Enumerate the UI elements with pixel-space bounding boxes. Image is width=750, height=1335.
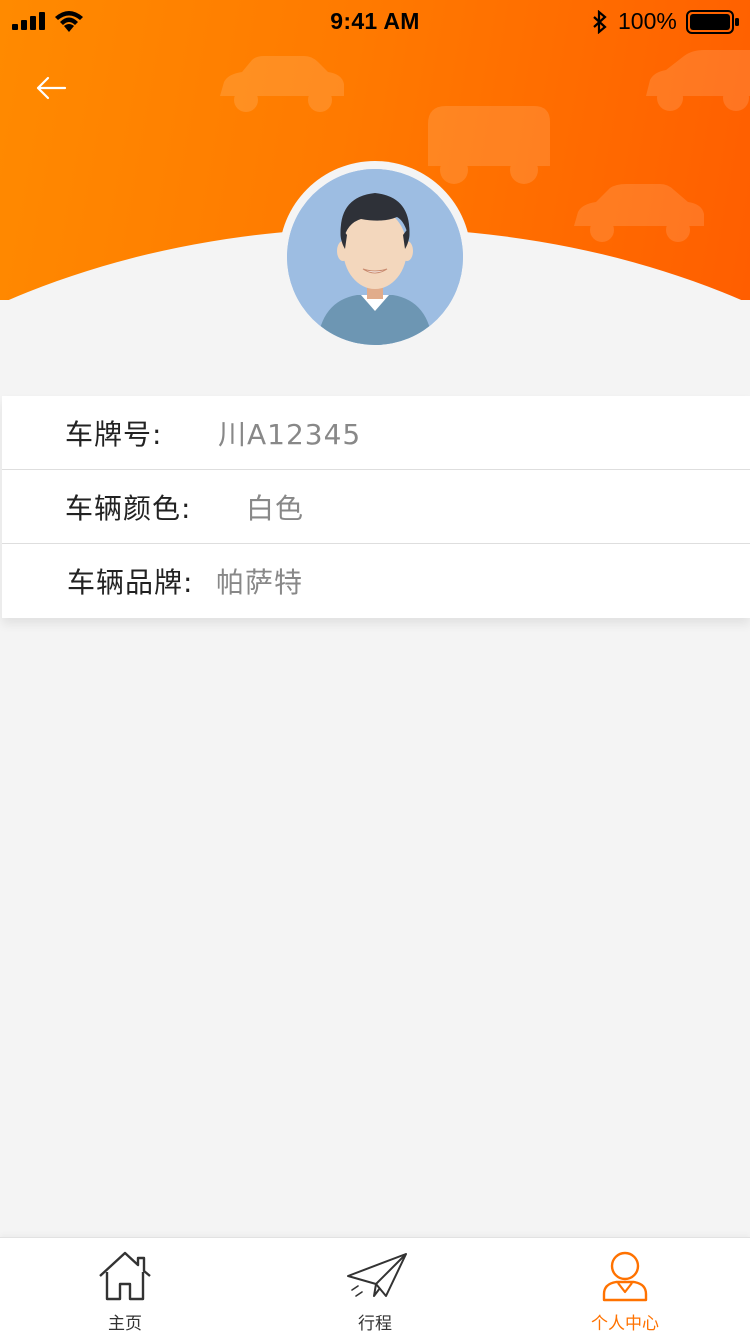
battery-percentage: 100% <box>618 8 677 34</box>
paper-plane-icon <box>347 1253 407 1297</box>
battery-icon <box>686 10 739 34</box>
bluetooth-icon <box>593 10 607 34</box>
brand-value: 帕萨特 <box>216 566 304 599</box>
van-decoration-icon <box>428 106 550 184</box>
status-bar: 9:41 AM 100% <box>0 0 750 40</box>
car-decoration-icon <box>646 50 750 111</box>
tab-home-label: 主页 <box>108 1314 142 1334</box>
tab-profile-label: 个人中心 <box>591 1314 659 1334</box>
tab-trips-label: 行程 <box>358 1314 392 1334</box>
vehicle-brand-row: 车辆品牌: 帕萨特 <box>2 544 750 618</box>
bottom-tab-bar: 主页 行程 个人中心 <box>0 1237 750 1335</box>
user-avatar[interactable] <box>287 169 463 345</box>
person-icon <box>602 1251 648 1302</box>
color-value: 白色 <box>246 491 305 525</box>
tab-profile[interactable]: 个人中心 <box>500 1238 750 1335</box>
back-button[interactable] <box>26 68 76 108</box>
home-icon <box>99 1251 151 1301</box>
tab-trips[interactable]: 行程 <box>250 1238 500 1335</box>
arrow-left-icon <box>36 76 67 100</box>
color-label: 车辆颜色: <box>65 491 192 525</box>
vehicle-info-card: 车牌号: 川A12345 车辆颜色: 白色 车辆品牌: 帕萨特 <box>2 396 750 618</box>
vehicle-color-row: 车辆颜色: 白色 <box>2 470 750 544</box>
brand-label: 车辆品牌: <box>67 566 194 599</box>
person-illustration <box>287 169 463 345</box>
tab-home[interactable]: 主页 <box>0 1238 250 1335</box>
plate-label: 车牌号: <box>65 417 163 451</box>
plate-value: 川A12345 <box>218 417 362 451</box>
vehicle-plate-row: 车牌号: 川A12345 <box>2 396 750 470</box>
car-decoration-icon <box>574 184 704 242</box>
car-decoration-icon <box>220 56 344 112</box>
